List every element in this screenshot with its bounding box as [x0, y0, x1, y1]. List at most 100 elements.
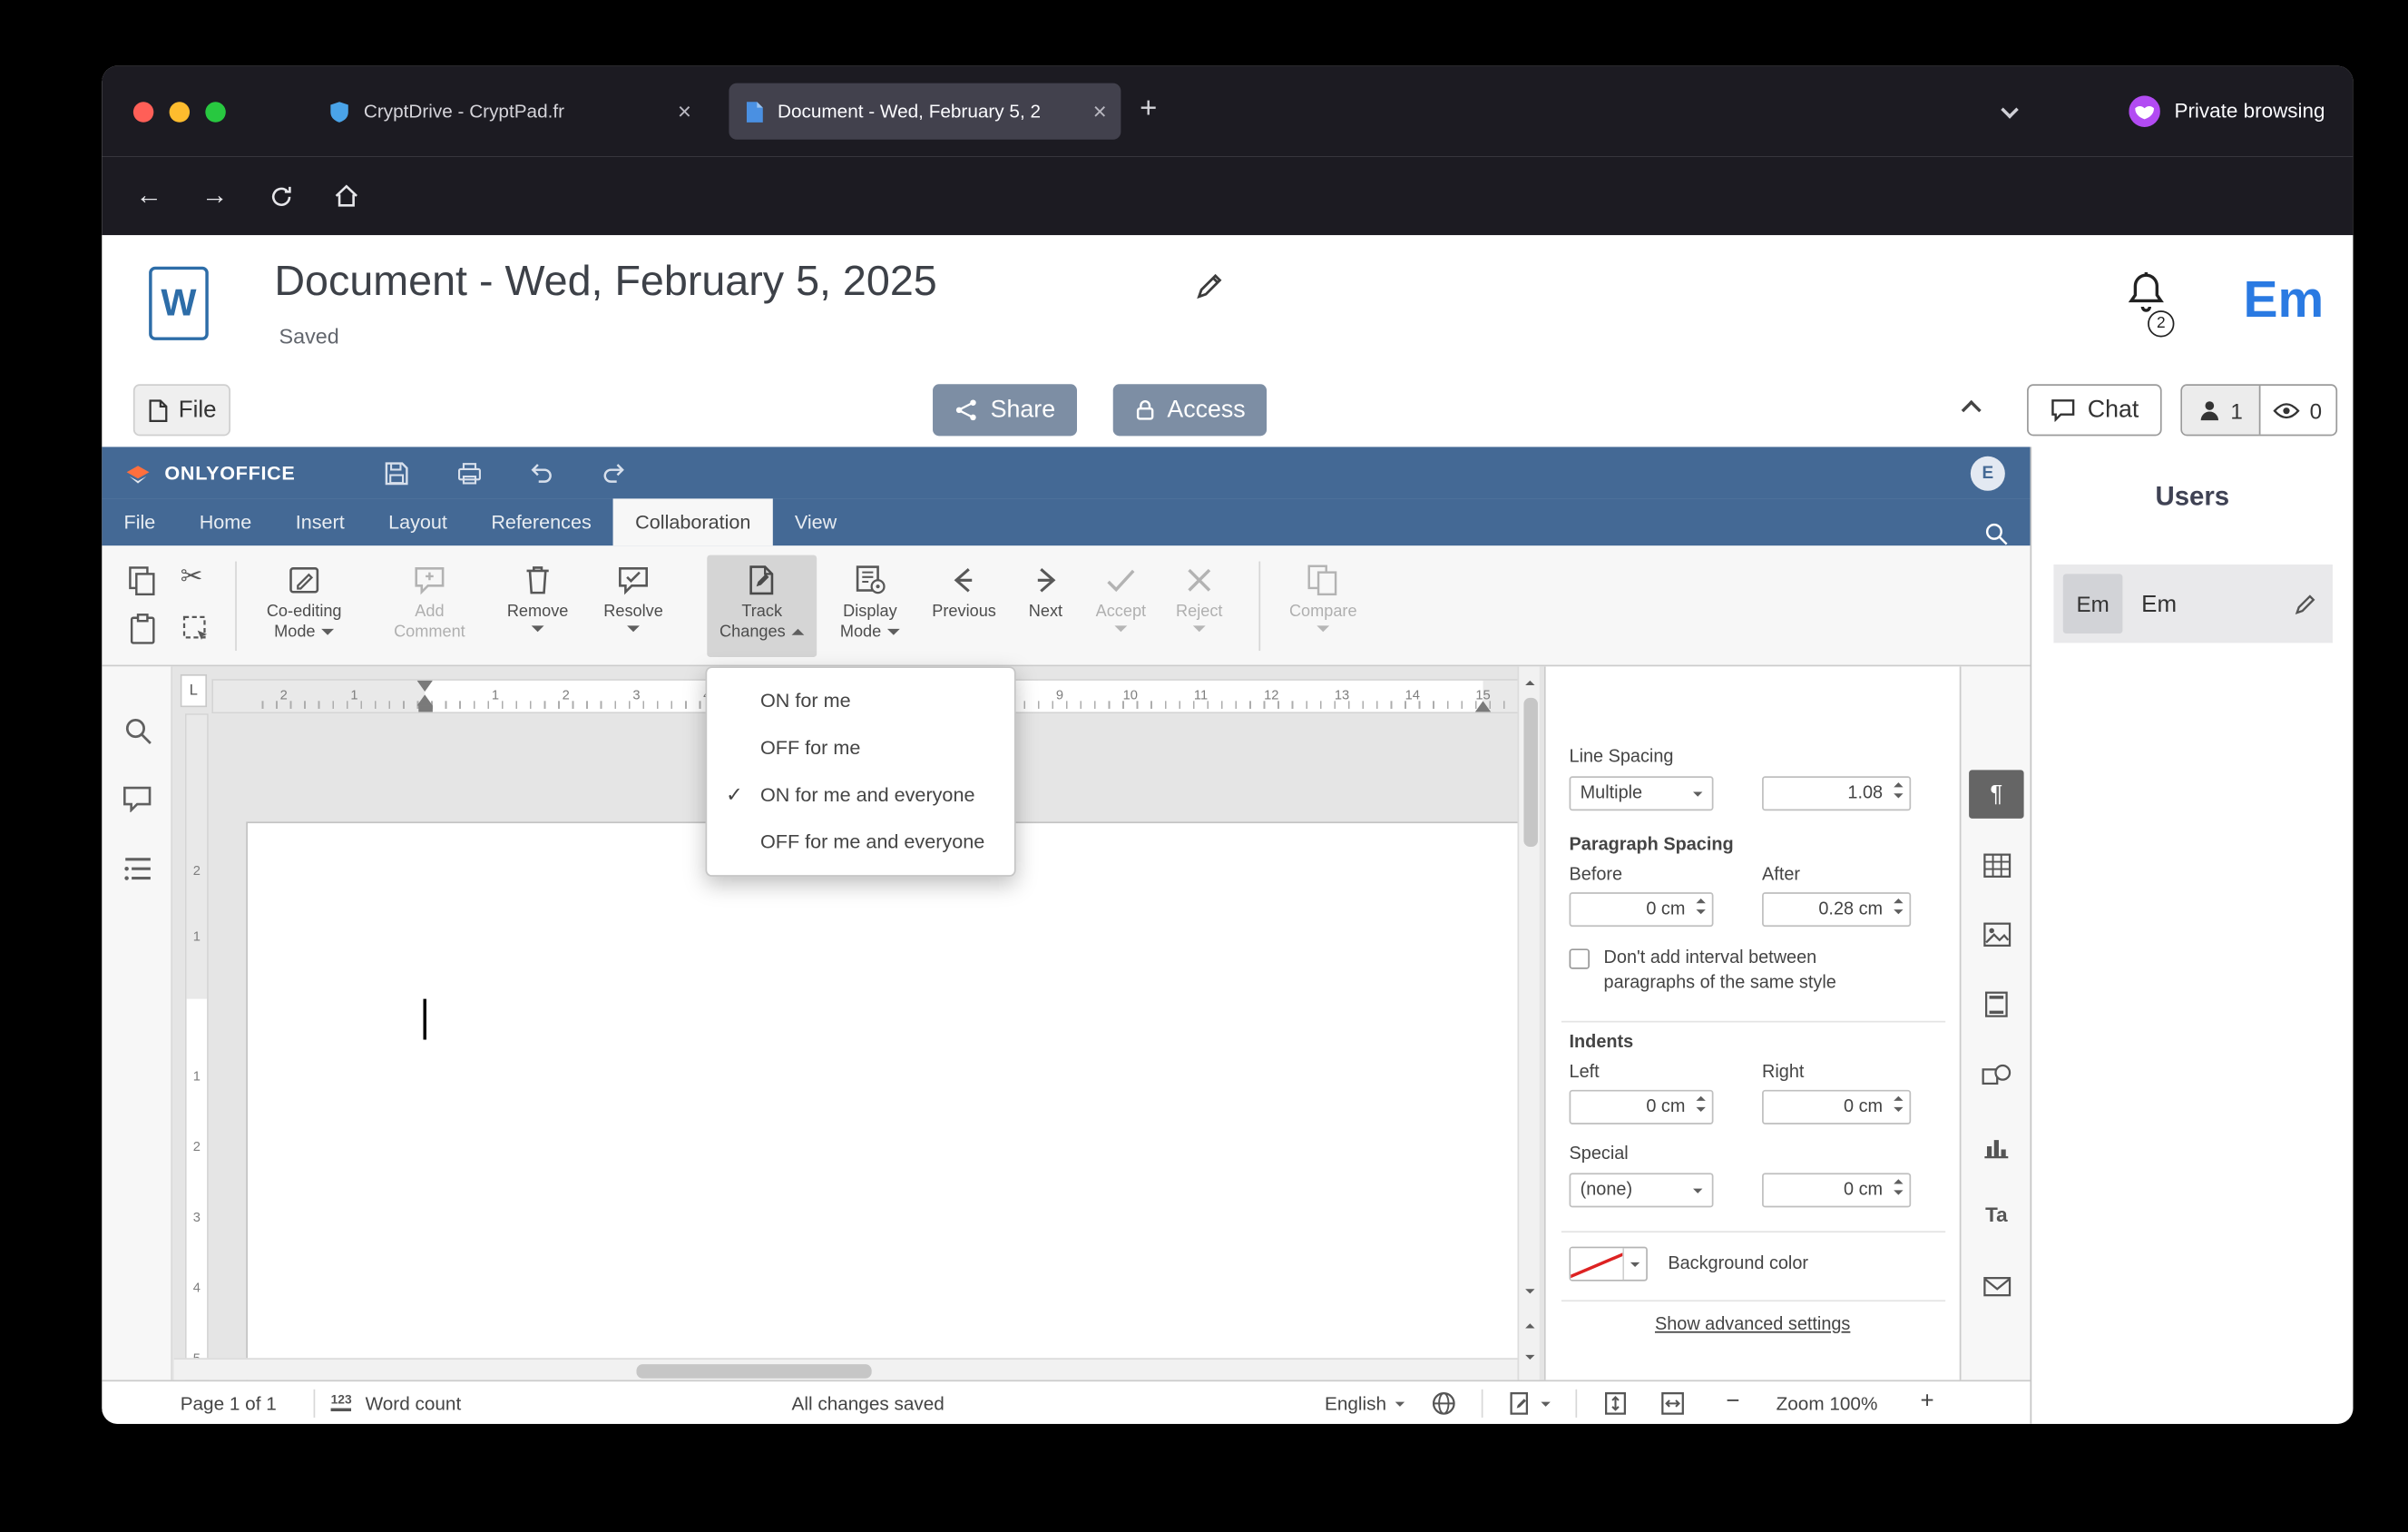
- tab-cryptdrive[interactable]: CryptDrive - CryptPad.fr ×: [314, 83, 706, 140]
- tab-insert[interactable]: Insert: [274, 498, 367, 545]
- find-icon[interactable]: [121, 713, 153, 746]
- background-color-picker[interactable]: [1569, 1246, 1648, 1282]
- chat-button[interactable]: Chat: [2027, 384, 2162, 437]
- spinner-down-icon[interactable]: [1894, 1190, 1904, 1195]
- editors-count[interactable]: 1: [2182, 386, 2260, 435]
- fit-width-icon[interactable]: [1660, 1391, 1686, 1417]
- reload-button[interactable]: [256, 172, 306, 220]
- close-tab-icon[interactable]: ×: [678, 100, 691, 123]
- tab-collaboration[interactable]: Collaboration: [612, 498, 773, 546]
- save-icon[interactable]: [370, 454, 424, 491]
- user-avatar-initials[interactable]: Em: [2243, 270, 2324, 329]
- spacing-before-spinner[interactable]: 0 cm: [1569, 892, 1714, 928]
- tab-stop-selector[interactable]: L: [180, 673, 208, 708]
- back-button[interactable]: ←: [123, 172, 173, 220]
- tab-document-active[interactable]: Document - Wed, February 5, 2 ×: [729, 83, 1121, 140]
- spinner-down-icon[interactable]: [1894, 909, 1904, 915]
- horizontal-scrollbar[interactable]: [173, 1358, 1518, 1380]
- edit-title-pencil-icon[interactable]: [1195, 271, 1225, 301]
- header-footer-settings-tab[interactable]: [1969, 980, 2023, 1029]
- remove-comments-button[interactable]: Remove: [491, 555, 585, 657]
- scroll-up-icon[interactable]: [1519, 670, 1541, 695]
- page-indicator[interactable]: Page 1 of 1: [181, 1392, 277, 1414]
- resolve-comments-button[interactable]: Resolve: [588, 555, 679, 657]
- paragraph-settings-tab[interactable]: ¶: [1969, 770, 2024, 819]
- presence-counters[interactable]: 1 0: [2180, 384, 2338, 437]
- first-line-indent-marker[interactable]: [416, 680, 433, 692]
- table-settings-tab[interactable]: [1969, 840, 2023, 889]
- track-changes-toggle[interactable]: [1508, 1391, 1551, 1417]
- scroll-down-icon[interactable]: [1519, 1278, 1541, 1303]
- spinner-down-icon[interactable]: [1894, 1106, 1904, 1113]
- zoom-in-button[interactable]: +: [1921, 1388, 1934, 1414]
- document-page[interactable]: [247, 823, 1521, 1380]
- close-tab-icon[interactable]: ×: [1093, 100, 1107, 123]
- zoom-window-button[interactable]: [205, 102, 226, 123]
- navigation-headings-icon[interactable]: [121, 851, 153, 884]
- indent-left-spinner[interactable]: 0 cm: [1569, 1089, 1714, 1124]
- language-selector[interactable]: English: [1325, 1392, 1405, 1414]
- share-button[interactable]: Share: [933, 384, 1077, 437]
- previous-change-button[interactable]: Previous: [920, 555, 1008, 657]
- spinner-down-icon[interactable]: [1696, 909, 1706, 915]
- menu-item-off-for-everyone[interactable]: OFF for me and everyone: [707, 819, 1014, 866]
- tab-file[interactable]: File: [102, 498, 177, 545]
- spinner-up-icon[interactable]: [1894, 899, 1904, 904]
- indent-right-spinner[interactable]: 0 cm: [1762, 1089, 1912, 1124]
- vertical-ruler[interactable]: 2 1 1 2 3 4 5 6: [184, 713, 209, 1380]
- spinner-down-icon[interactable]: [1894, 793, 1904, 799]
- spinner-up-icon[interactable]: [1696, 1095, 1706, 1101]
- select-all-icon[interactable]: [181, 614, 212, 645]
- show-advanced-settings-link[interactable]: Show advanced settings: [1546, 1316, 1960, 1335]
- tab-view[interactable]: View: [773, 498, 859, 545]
- viewers-count[interactable]: 0: [2260, 386, 2336, 435]
- office-user-avatar[interactable]: E: [1970, 455, 2005, 490]
- text-art-settings-tab[interactable]: Ta: [1969, 1190, 2023, 1239]
- color-dropdown[interactable]: [1622, 1248, 1646, 1280]
- no-interval-checkbox[interactable]: [1569, 948, 1590, 969]
- tab-home[interactable]: Home: [178, 498, 274, 545]
- special-amount-spinner[interactable]: 0 cm: [1762, 1173, 1912, 1208]
- right-indent-marker[interactable]: [1474, 701, 1492, 712]
- file-button[interactable]: File: [132, 384, 230, 437]
- left-indent-marker[interactable]: [416, 694, 433, 706]
- tab-layout[interactable]: Layout: [367, 498, 469, 545]
- line-spacing-combobox[interactable]: Multiple: [1569, 776, 1714, 811]
- zoom-level[interactable]: Zoom 100%: [1777, 1392, 1878, 1414]
- home-button[interactable]: [321, 172, 371, 220]
- next-change-button[interactable]: Next: [1011, 555, 1080, 657]
- forward-button[interactable]: →: [190, 172, 240, 220]
- scrollbar-thumb[interactable]: [1522, 697, 1538, 848]
- display-mode-button[interactable]: Display Mode: [823, 555, 917, 657]
- cut-icon[interactable]: ✂: [181, 562, 203, 594]
- minimize-window-button[interactable]: [169, 102, 191, 123]
- vertical-scrollbar[interactable]: [1517, 666, 1541, 1380]
- spacing-after-spinner[interactable]: 0.28 cm: [1762, 892, 1912, 928]
- special-combobox[interactable]: (none): [1569, 1173, 1714, 1208]
- close-window-button[interactable]: [132, 102, 154, 123]
- copy-icon[interactable]: [127, 565, 159, 596]
- menu-item-on-for-me[interactable]: ON for me: [707, 677, 1014, 724]
- redo-icon[interactable]: [587, 454, 641, 491]
- spinner-up-icon[interactable]: [1894, 1095, 1904, 1101]
- spinner-up-icon[interactable]: [1894, 1179, 1904, 1184]
- menu-item-on-for-everyone[interactable]: ✓ ON for me and everyone: [707, 771, 1014, 819]
- left-indent-base[interactable]: [418, 705, 433, 712]
- shape-settings-tab[interactable]: [1969, 1051, 2023, 1100]
- fit-page-icon[interactable]: [1604, 1391, 1628, 1417]
- access-button[interactable]: Access: [1112, 384, 1268, 437]
- comments-panel-icon[interactable]: [121, 782, 153, 815]
- paste-icon[interactable]: [127, 614, 159, 645]
- scrollbar-thumb[interactable]: [636, 1363, 872, 1378]
- edit-user-name-pencil-icon[interactable]: [2294, 592, 2317, 615]
- track-changes-button[interactable]: Track Changes: [707, 555, 817, 657]
- user-list-item[interactable]: Em Em: [2053, 565, 2333, 643]
- chart-settings-tab[interactable]: [1969, 1123, 2023, 1172]
- spellcheck-globe-icon[interactable]: [1431, 1391, 1456, 1417]
- new-tab-button[interactable]: +: [1140, 93, 1157, 127]
- image-settings-tab[interactable]: [1969, 909, 2023, 958]
- zoom-out-button[interactable]: −: [1726, 1388, 1739, 1414]
- print-icon[interactable]: [443, 454, 496, 491]
- spinner-down-icon[interactable]: [1696, 1106, 1706, 1113]
- tab-references[interactable]: References: [469, 498, 613, 545]
